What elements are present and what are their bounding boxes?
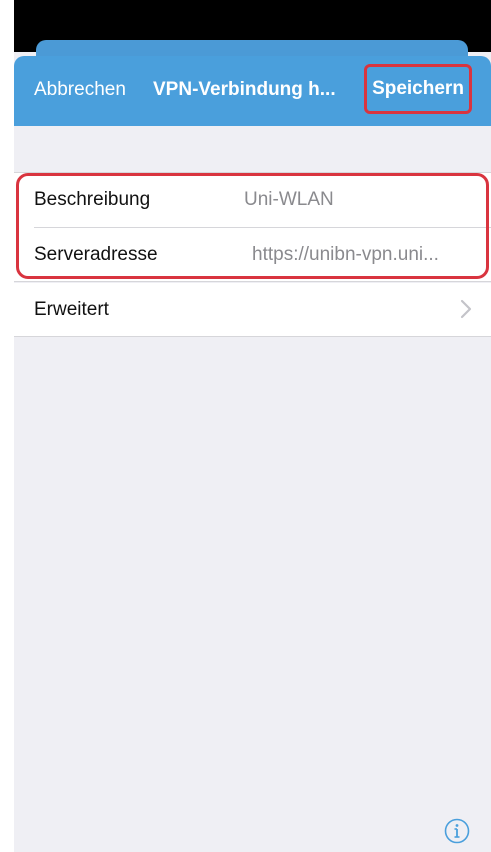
advanced-label: Erweitert [34,299,109,320]
server-address-label: Serveradresse [34,244,158,265]
advanced-row[interactable]: Erweitert [14,283,491,337]
page-title: VPN-Verbindung h... [153,79,336,100]
chevron-right-icon [460,299,472,319]
screen: Abbrechen VPN-Verbindung h... Speichern … [14,0,491,852]
vpn-settings-group: Beschreibung Uni-WLAN Serveradresse http… [14,172,491,282]
cancel-button[interactable]: Abbrechen [34,79,126,101]
server-address-field[interactable]: https://unibn-vpn.uni... [252,244,439,266]
navigation-bar: Abbrechen VPN-Verbindung h... Speichern [14,56,491,126]
description-field[interactable]: Uni-WLAN [244,189,334,211]
info-icon[interactable] [444,818,470,844]
description-label: Beschreibung [34,189,151,210]
save-button[interactable]: Speichern [364,64,472,114]
description-row[interactable]: Beschreibung Uni-WLAN [14,173,491,228]
server-address-row[interactable]: Serveradresse https://unibn-vpn.uni... [14,228,491,282]
